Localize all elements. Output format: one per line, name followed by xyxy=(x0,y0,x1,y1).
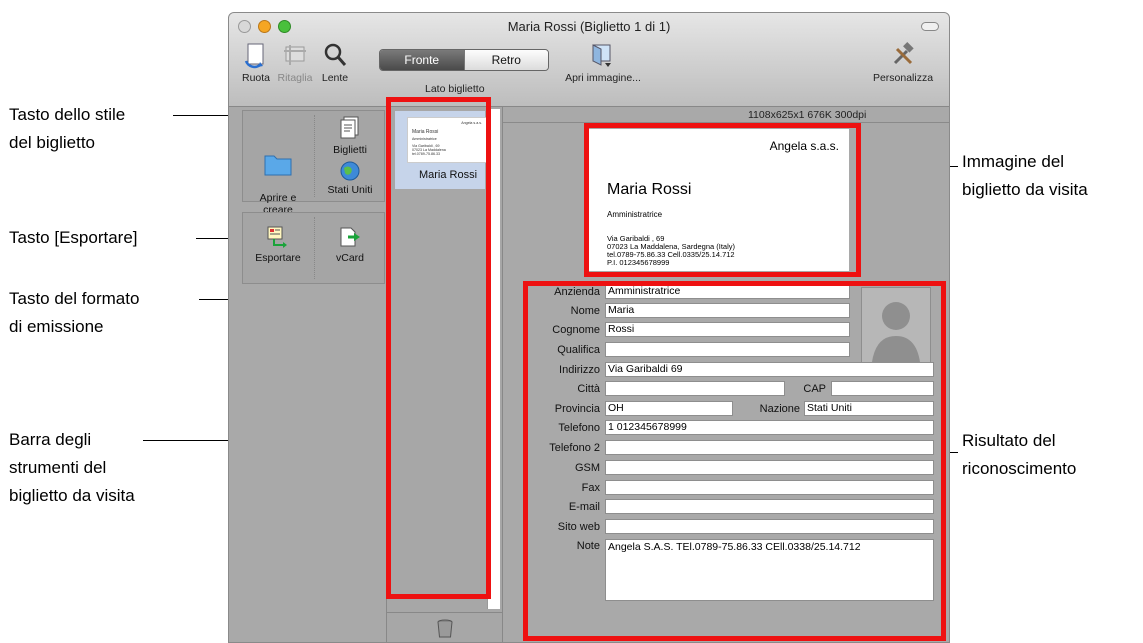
open-create-button[interactable]: Aprire e creare xyxy=(247,139,309,216)
customize-button[interactable]: Personalizza xyxy=(865,41,941,84)
card-side-caption: Lato biglietto xyxy=(425,83,485,95)
callout-card-style-button: Tasto dello stile del biglietto xyxy=(9,105,126,152)
crop-label: Ritaglia xyxy=(277,72,313,84)
open-create-group: Aprire e creare Biglietti Stati Uniti xyxy=(242,110,385,216)
lens-button[interactable]: Lente xyxy=(317,41,353,84)
country-label: Stati Uniti xyxy=(327,184,373,196)
group-divider xyxy=(314,217,315,279)
magnifier-icon xyxy=(324,43,347,66)
callout-card-toolbar: Barra degli strumenti del biglietto da v… xyxy=(9,430,135,505)
export-button[interactable]: Esportare xyxy=(247,225,309,264)
callout-recognition-result: Risultato del riconoscimento xyxy=(962,431,1077,478)
list-footer xyxy=(387,612,503,642)
open-image-icon xyxy=(592,44,611,67)
callout-output-format-button: Tasto del formato di emissione xyxy=(9,289,140,336)
cards-stack-icon xyxy=(340,116,359,139)
export-label: Esportare xyxy=(255,252,301,264)
globe-icon xyxy=(340,161,360,181)
group-divider xyxy=(314,115,315,197)
highlight-recognition-result xyxy=(523,281,946,641)
tools-icon xyxy=(893,42,914,65)
card-toolbar-panel: Aprire e creare Biglietti Stati Uniti Es… xyxy=(229,107,387,642)
highlight-card-toolbar xyxy=(386,97,491,599)
open-image-button[interactable]: Apri immagine... xyxy=(555,41,651,84)
export-icon xyxy=(267,226,287,248)
vcard-label: vCard xyxy=(335,252,364,264)
crop-icon xyxy=(284,45,306,65)
image-info: 1108x625x1 676K 300dpi xyxy=(503,107,949,123)
crop-button[interactable]: Ritaglia xyxy=(275,41,315,84)
window-title: Maria Rossi (Biglietto 1 di 1) xyxy=(507,19,671,34)
vcard-icon xyxy=(340,227,360,247)
rotate-icon xyxy=(244,43,264,69)
title-toolbar: Maria Rossi (Biglietto 1 di 1) Ruota Rit… xyxy=(229,13,949,107)
front-side-button[interactable]: Fronte xyxy=(380,50,464,70)
card-side-segmented-control: Fronte Retro xyxy=(379,49,549,71)
card-style-button[interactable]: Biglietti xyxy=(317,115,383,156)
lens-label: Lente xyxy=(321,72,349,84)
folder-icon xyxy=(264,155,292,176)
cards-label: Biglietti xyxy=(333,144,367,156)
customize-label: Personalizza xyxy=(872,72,934,84)
callout-export-button: Tasto [Esportare] xyxy=(9,228,138,247)
toolbar-toggle-button[interactable] xyxy=(921,22,939,31)
country-button[interactable]: Stati Uniti xyxy=(317,161,383,196)
callout-card-image: Immagine del biglietto da visita xyxy=(962,152,1088,199)
back-side-button[interactable]: Retro xyxy=(463,50,548,70)
open-image-label: Apri immagine... xyxy=(565,72,641,84)
rotate-button[interactable]: Ruota xyxy=(239,41,273,84)
rotate-label: Ruota xyxy=(241,72,271,84)
trash-icon[interactable] xyxy=(437,619,453,639)
highlight-card-image xyxy=(584,123,861,277)
vcard-format-button[interactable]: vCard xyxy=(317,225,383,264)
export-group: Esportare vCard xyxy=(242,212,385,284)
